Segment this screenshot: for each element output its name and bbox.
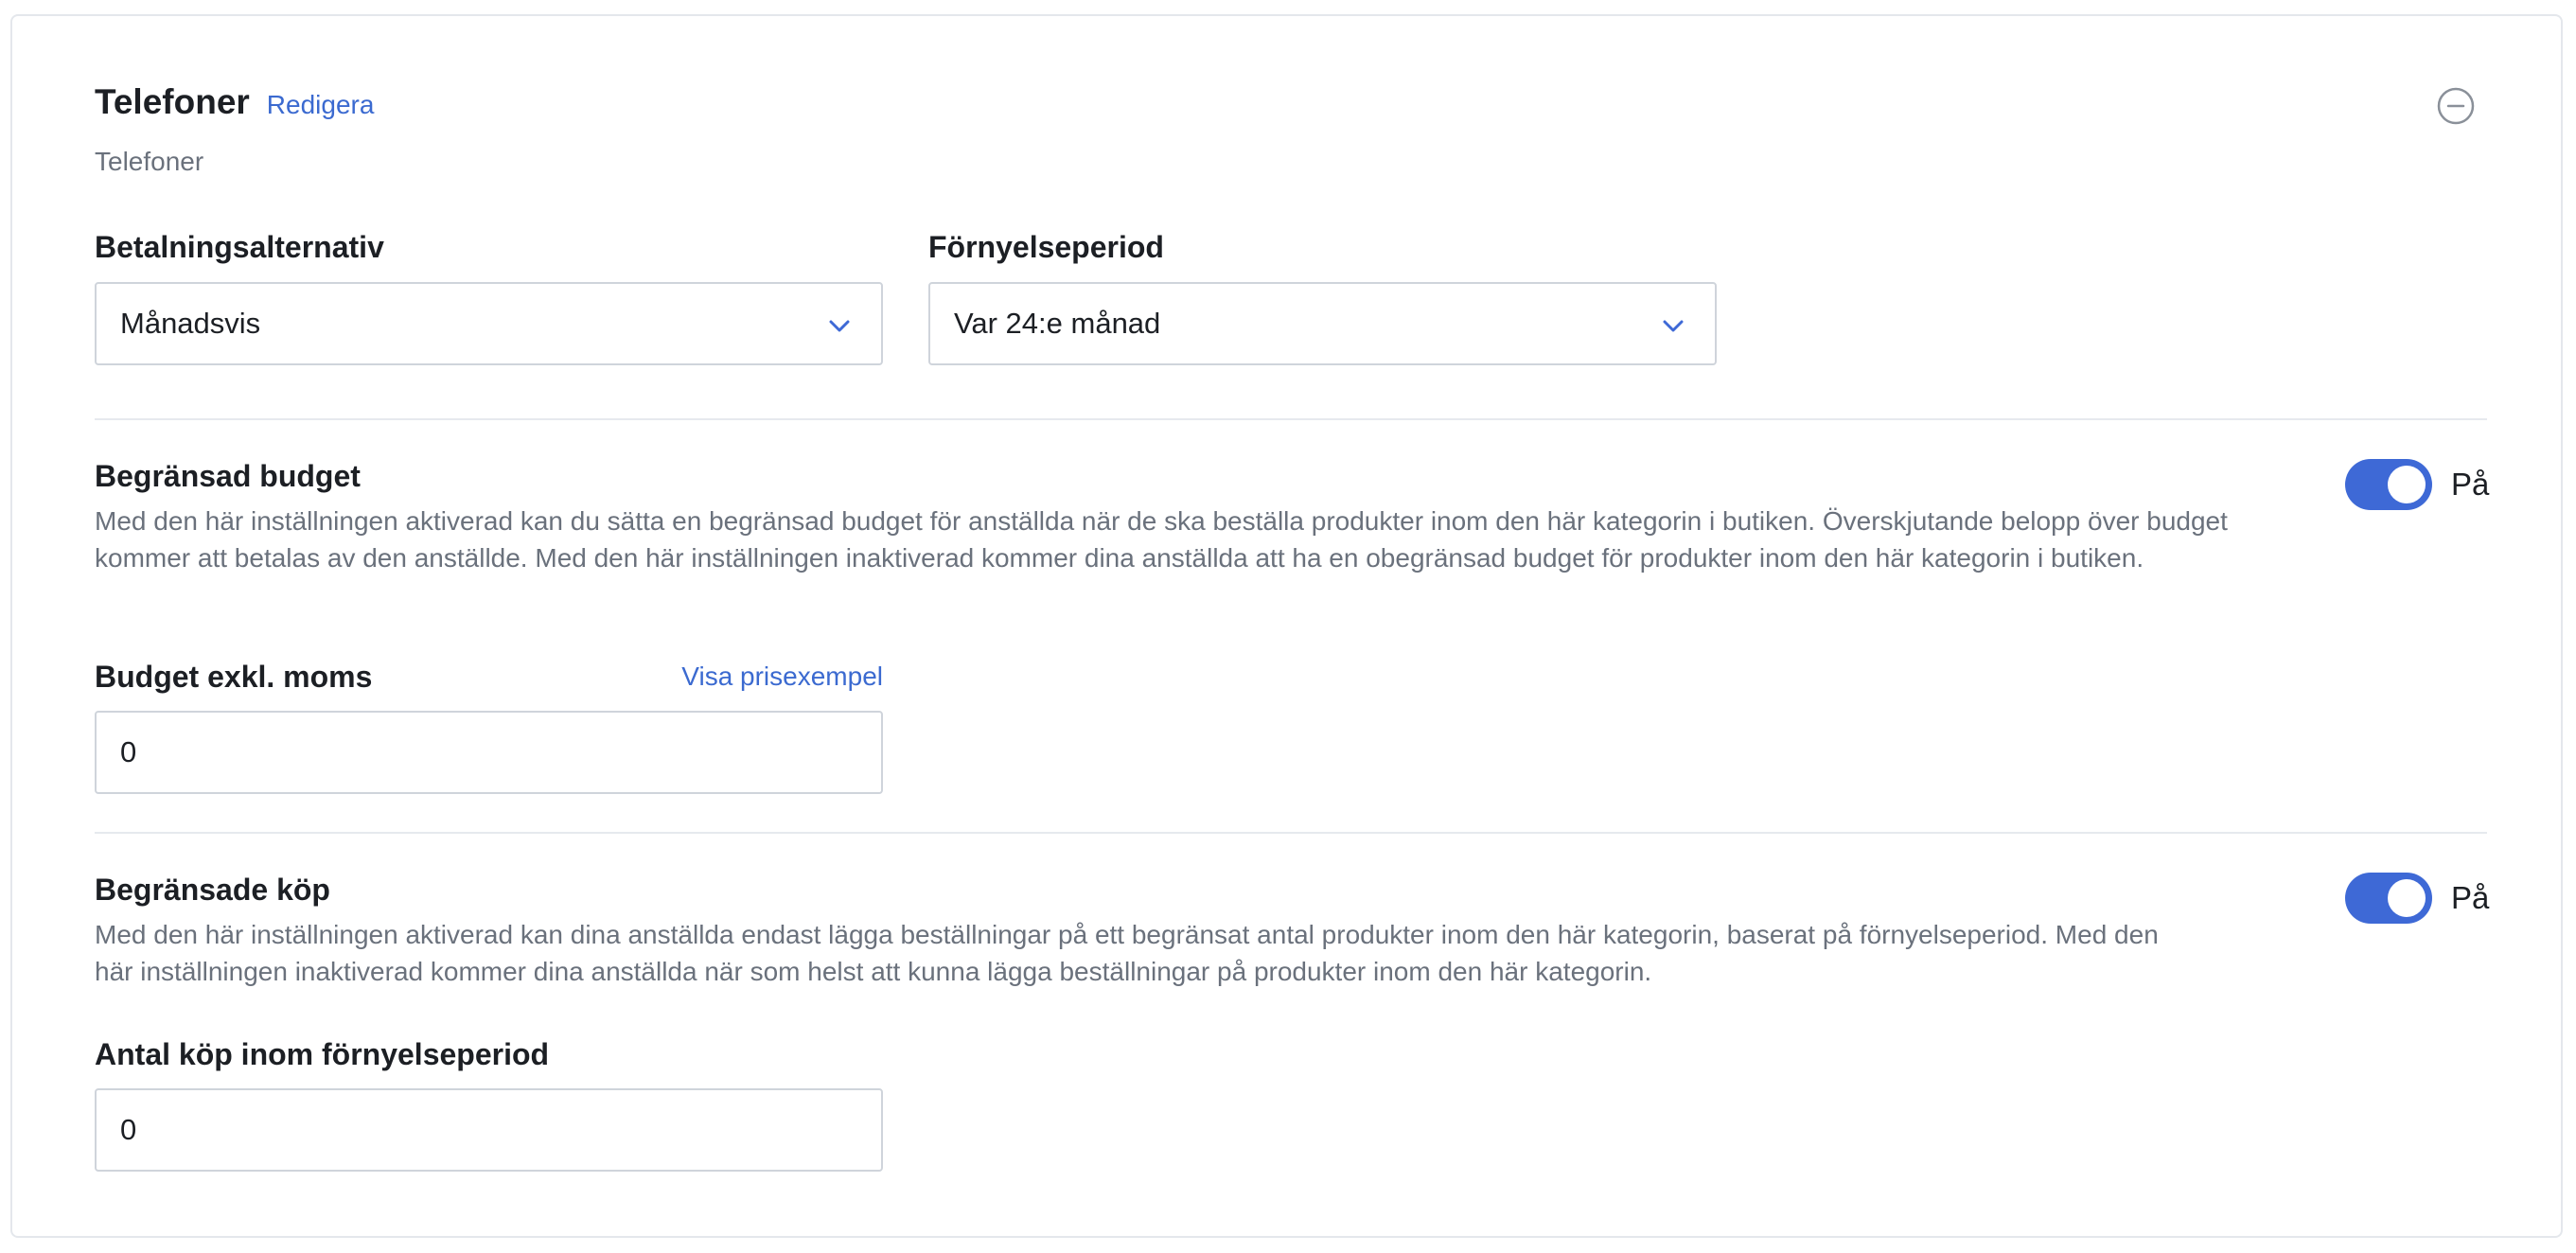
budget-input-value: 0 [120, 735, 137, 768]
purchase-count-input[interactable]: 0 [95, 1088, 883, 1172]
payment-option-value: Månadsvis [120, 307, 261, 340]
price-example-link[interactable]: Visa prisexempel [681, 662, 883, 692]
edit-link[interactable]: Redigera [267, 90, 375, 120]
renewal-period-select[interactable]: Var 24:e månad [928, 282, 1717, 365]
limited-budget-description: Med den här inställningen aktiverad kan … [95, 506, 2228, 573]
renewal-period-value: Var 24:e månad [954, 307, 1161, 340]
purchase-count-label: Antal köp inom förnyelseperiod [95, 1037, 550, 1071]
payment-option-label: Betalningsalternativ [95, 230, 384, 264]
toggle-switch[interactable] [2345, 873, 2432, 924]
toggle-switch[interactable] [2345, 459, 2432, 510]
purchase-count-value: 0 [120, 1113, 137, 1146]
category-settings-card: Telefoner Redigera Telefoner Betalningsa… [10, 14, 2563, 1238]
limited-purchases-toggle[interactable]: På [2345, 873, 2489, 924]
limited-budget-title: Begränsad budget [95, 459, 361, 493]
category-title: Telefoner [95, 82, 250, 121]
limited-purchases-title: Begränsade köp [95, 873, 330, 907]
chevron-down-icon [829, 320, 850, 332]
category-subtitle: Telefoner [95, 147, 204, 176]
budget-field-label: Budget exkl. moms [95, 660, 373, 694]
budget-input[interactable]: 0 [95, 711, 883, 794]
limited-budget-toggle[interactable]: På [2345, 459, 2489, 510]
toggle-knob [2388, 466, 2426, 503]
payment-option-select[interactable]: Månadsvis [95, 282, 883, 365]
divider [95, 418, 2487, 420]
minus-circle-icon [2437, 87, 2475, 125]
collapse-button[interactable] [2437, 87, 2475, 125]
divider [95, 832, 2487, 834]
chevron-down-icon [1663, 320, 1684, 332]
card-header: Telefoner Redigera [95, 82, 374, 122]
toggle-state-label: På [2451, 467, 2490, 502]
limited-purchases-description: Med den här inställningen aktiverad kan … [95, 920, 2159, 986]
renewal-period-label: Förnyelseperiod [928, 230, 1164, 264]
toggle-knob [2388, 879, 2426, 917]
toggle-state-label: På [2451, 880, 2490, 915]
